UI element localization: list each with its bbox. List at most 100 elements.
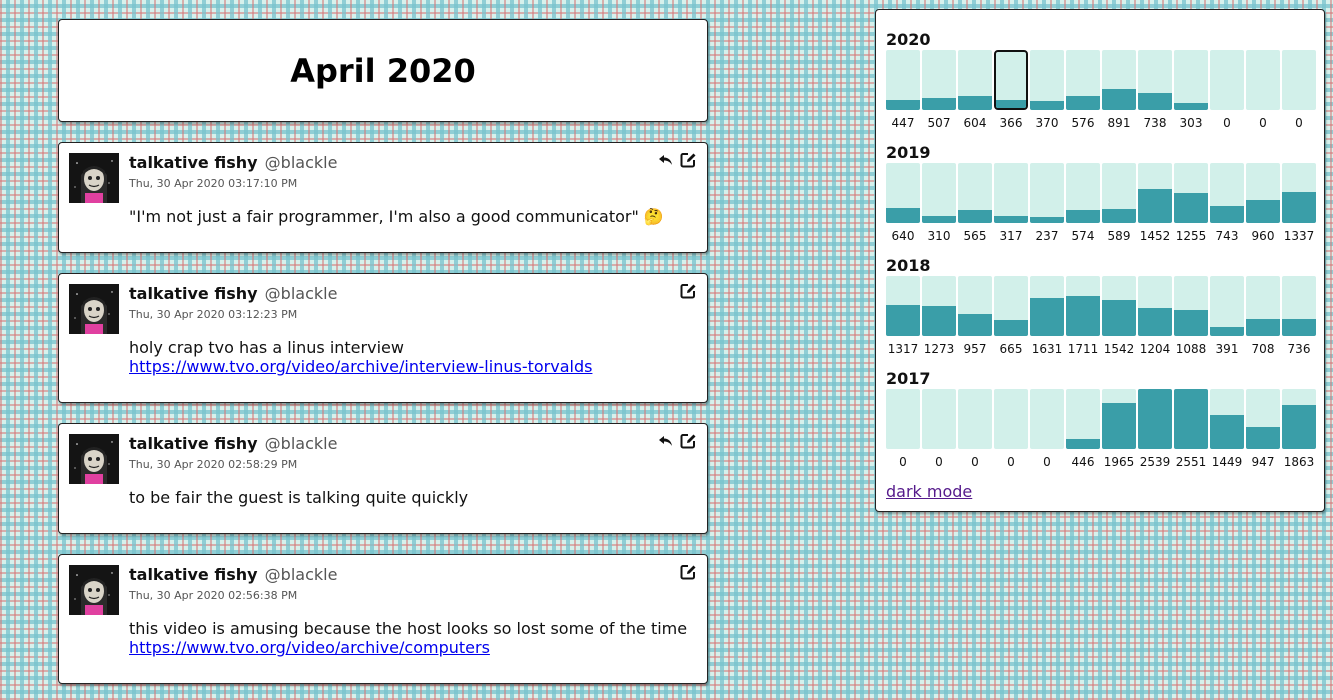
month-bar-track[interactable]: [1102, 163, 1136, 223]
month-link[interactable]: 0: [958, 389, 992, 469]
month-link[interactable]: 736: [1282, 276, 1316, 356]
month-link[interactable]: 366: [994, 50, 1028, 130]
month-bar-track[interactable]: [958, 50, 992, 110]
month-link[interactable]: 1255: [1174, 163, 1208, 243]
month-link[interactable]: 708: [1246, 276, 1280, 356]
month-bar-track[interactable]: [1102, 276, 1136, 336]
month-link[interactable]: 665: [994, 276, 1028, 356]
month-link[interactable]: 640: [886, 163, 920, 243]
month-link[interactable]: 957: [958, 276, 992, 356]
month-bar-track[interactable]: [886, 163, 920, 223]
month-bar-track[interactable]: [994, 163, 1028, 223]
month-link[interactable]: 1204: [1138, 276, 1172, 356]
month-bar-track[interactable]: [1282, 389, 1316, 449]
month-link[interactable]: 446: [1066, 389, 1100, 469]
month-link[interactable]: 0: [1246, 50, 1280, 130]
month-link[interactable]: 447: [886, 50, 920, 130]
month-bar-track[interactable]: [1174, 50, 1208, 110]
month-link[interactable]: 1449: [1210, 389, 1244, 469]
month-link[interactable]: 310: [922, 163, 956, 243]
month-link[interactable]: 0: [994, 389, 1028, 469]
month-link[interactable]: 0: [1030, 389, 1064, 469]
month-bar-track[interactable]: [1210, 389, 1244, 449]
month-link[interactable]: 1337: [1282, 163, 1316, 243]
month-link[interactable]: 317: [994, 163, 1028, 243]
month-bar-track[interactable]: [1138, 276, 1172, 336]
month-bar-track[interactable]: [1138, 163, 1172, 223]
month-bar-track[interactable]: [1210, 276, 1244, 336]
month-bar-track[interactable]: [886, 389, 920, 449]
month-bar-track[interactable]: [1066, 50, 1100, 110]
month-bar-track[interactable]: [1102, 50, 1136, 110]
month-bar-track[interactable]: [1066, 389, 1100, 449]
month-bar-track[interactable]: [922, 50, 956, 110]
dark-mode-link[interactable]: dark mode: [886, 482, 972, 501]
month-link[interactable]: 1965: [1102, 389, 1136, 469]
month-link[interactable]: 1863: [1282, 389, 1316, 469]
author-name[interactable]: talkative fishy: [129, 565, 258, 584]
edit-icon[interactable]: [679, 282, 697, 300]
post-link[interactable]: https://www.tvo.org/video/archive/comput…: [129, 638, 699, 657]
month-bar-track[interactable]: [1246, 50, 1280, 110]
month-link[interactable]: 589: [1102, 163, 1136, 243]
month-bar-track[interactable]: [1138, 50, 1172, 110]
month-bar-track[interactable]: [922, 276, 956, 336]
month-bar-track[interactable]: [1210, 163, 1244, 223]
month-bar-track[interactable]: [1174, 276, 1208, 336]
month-link[interactable]: 891: [1102, 50, 1136, 130]
month-link[interactable]: 303: [1174, 50, 1208, 130]
month-bar-track[interactable]: [994, 50, 1028, 110]
avatar[interactable]: [69, 434, 119, 484]
month-link[interactable]: 391: [1210, 276, 1244, 356]
month-bar-track[interactable]: [1030, 50, 1064, 110]
avatar[interactable]: [69, 284, 119, 334]
month-link[interactable]: 237: [1030, 163, 1064, 243]
month-link[interactable]: 370: [1030, 50, 1064, 130]
edit-icon[interactable]: [679, 432, 697, 450]
month-bar-track[interactable]: [1174, 163, 1208, 223]
reply-icon[interactable]: [657, 432, 675, 450]
month-bar-track[interactable]: [1174, 389, 1208, 449]
month-bar-track[interactable]: [1282, 163, 1316, 223]
month-link[interactable]: 1542: [1102, 276, 1136, 356]
author-name[interactable]: talkative fishy: [129, 434, 258, 453]
month-link[interactable]: 0: [1210, 50, 1244, 130]
month-bar-track[interactable]: [994, 389, 1028, 449]
month-link[interactable]: 576: [1066, 50, 1100, 130]
post-timestamp[interactable]: Thu, 30 Apr 2020 03:17:10 PM: [129, 177, 297, 190]
month-bar-track[interactable]: [1282, 276, 1316, 336]
month-bar-track[interactable]: [1030, 163, 1064, 223]
edit-icon[interactable]: [679, 151, 697, 169]
month-link[interactable]: 2539: [1138, 389, 1172, 469]
month-bar-track[interactable]: [1282, 50, 1316, 110]
month-link[interactable]: 1711: [1066, 276, 1100, 356]
month-bar-track[interactable]: [1030, 389, 1064, 449]
month-link[interactable]: 960: [1246, 163, 1280, 243]
post-link[interactable]: https://www.tvo.org/video/archive/interv…: [129, 357, 699, 376]
avatar[interactable]: [69, 565, 119, 615]
month-link[interactable]: 2551: [1174, 389, 1208, 469]
month-link[interactable]: 565: [958, 163, 992, 243]
edit-icon[interactable]: [679, 563, 697, 581]
month-bar-track[interactable]: [994, 276, 1028, 336]
author-name[interactable]: talkative fishy: [129, 284, 258, 303]
month-bar-track[interactable]: [958, 163, 992, 223]
post-timestamp[interactable]: Thu, 30 Apr 2020 02:58:29 PM: [129, 458, 297, 471]
month-bar-track[interactable]: [1246, 276, 1280, 336]
post-timestamp[interactable]: Thu, 30 Apr 2020 03:12:23 PM: [129, 308, 297, 321]
month-bar-track[interactable]: [1066, 163, 1100, 223]
month-bar-track[interactable]: [1210, 50, 1244, 110]
month-bar-track[interactable]: [1246, 163, 1280, 223]
month-link[interactable]: 0: [886, 389, 920, 469]
avatar[interactable]: [69, 153, 119, 203]
month-bar-track[interactable]: [958, 389, 992, 449]
month-bar-track[interactable]: [1246, 389, 1280, 449]
month-link[interactable]: 743: [1210, 163, 1244, 243]
month-link[interactable]: 507: [922, 50, 956, 130]
month-bar-track[interactable]: [922, 163, 956, 223]
month-bar-track[interactable]: [886, 276, 920, 336]
author-name[interactable]: talkative fishy: [129, 153, 258, 172]
month-link[interactable]: 1088: [1174, 276, 1208, 356]
month-link[interactable]: 0: [1282, 50, 1316, 130]
month-link[interactable]: 604: [958, 50, 992, 130]
